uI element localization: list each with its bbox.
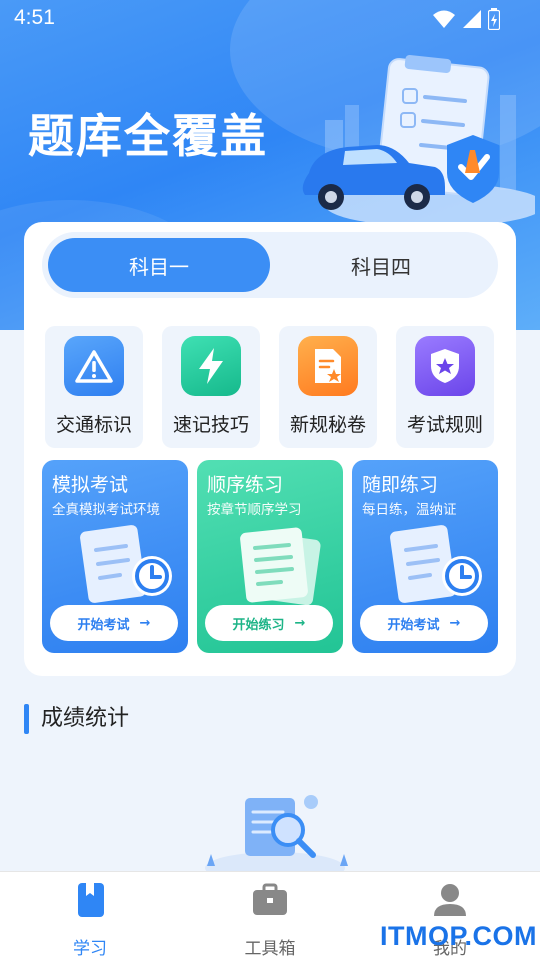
- practice-mode-sequential[interactable]: 顺序练习 按章节顺序学习 开始练习 →: [197, 460, 343, 653]
- quick-entry-label: 新规秘卷: [289, 414, 366, 436]
- mode-subtitle: 每日练，温纳证: [362, 502, 457, 518]
- empty-state-search-illustration: [205, 795, 348, 872]
- start-exam-button[interactable]: 开始考试 →: [360, 605, 488, 641]
- toolbox-icon: [250, 880, 290, 920]
- quick-entry-exam-rules[interactable]: 考试规则: [396, 326, 494, 448]
- practice-mode-random[interactable]: 随即练习 每日练，温纳证 开始考试 →: [352, 460, 498, 653]
- mode-title: 随即练习: [362, 474, 439, 496]
- shield-star-icon: [415, 336, 475, 396]
- nav-label: 学习: [73, 939, 107, 959]
- status-bar: 4:51: [0, 0, 540, 38]
- subject-tabs: 科目一 科目四: [42, 232, 498, 298]
- arrow-right-icon: →: [294, 615, 306, 631]
- start-exam-button[interactable]: 开始考试 →: [50, 605, 178, 641]
- signal-icon: [463, 10, 481, 28]
- mode-title: 顺序练习: [207, 474, 284, 496]
- status-time: 4:51: [14, 6, 55, 29]
- clipboard-clock-icon: [80, 525, 172, 603]
- mode-subtitle: 按章节顺序学习: [207, 502, 302, 518]
- mode-subtitle: 全真模拟考试环境: [52, 502, 160, 518]
- button-label: 开始考试: [77, 617, 130, 633]
- warning-icon: [64, 336, 124, 396]
- bookmark-book-icon: [70, 880, 110, 920]
- document-stack-icon: [240, 527, 321, 606]
- button-label: 开始练习: [232, 617, 285, 633]
- document-star-icon: [298, 336, 358, 396]
- nav-item-study[interactable]: 学习: [30, 880, 150, 960]
- car-checklist-illustration: [302, 55, 535, 227]
- quick-entry-label: 交通标识: [55, 414, 132, 436]
- practice-mode-mock-exam[interactable]: 模拟考试 全真模拟考试环境 开始考试 →: [42, 460, 188, 653]
- user-icon: [430, 880, 470, 920]
- nav-item-toolbox[interactable]: 工具箱: [210, 880, 330, 960]
- mode-title: 模拟考试: [52, 474, 129, 496]
- arrow-right-icon: →: [449, 615, 461, 631]
- button-label: 开始考试: [387, 617, 440, 633]
- site-watermark: ITMOP.COM: [380, 921, 538, 951]
- lightning-icon: [181, 336, 241, 396]
- wifi-icon: [433, 10, 455, 28]
- quick-entry-traffic-signs[interactable]: 交通标识: [45, 326, 143, 448]
- clipboard-clock-icon: [390, 525, 482, 603]
- tab-subject-four[interactable]: 科目四: [270, 238, 492, 292]
- start-practice-button[interactable]: 开始练习 →: [205, 605, 333, 641]
- quick-entry-label: 考试规则: [406, 414, 483, 436]
- quick-entry-new-rules[interactable]: 新规秘卷: [279, 326, 377, 448]
- status-icons: [432, 8, 500, 30]
- battery-icon: [488, 8, 500, 30]
- quick-entry-label: 速记技巧: [172, 414, 249, 436]
- quick-entry-memory-tips[interactable]: 速记技巧: [162, 326, 260, 448]
- main-card: 科目一 科目四 交通标识 速记技巧 新规秘卷 考试规则 模拟考试 全真模拟考试环…: [24, 222, 516, 676]
- hero-title: 题库全覆盖: [28, 109, 268, 163]
- nav-label: 工具箱: [244, 939, 296, 959]
- section-title: 成绩统计: [41, 706, 130, 731]
- section-accent-bar: [24, 704, 29, 734]
- tab-subject-one[interactable]: 科目一: [48, 238, 270, 292]
- arrow-right-icon: →: [139, 615, 151, 631]
